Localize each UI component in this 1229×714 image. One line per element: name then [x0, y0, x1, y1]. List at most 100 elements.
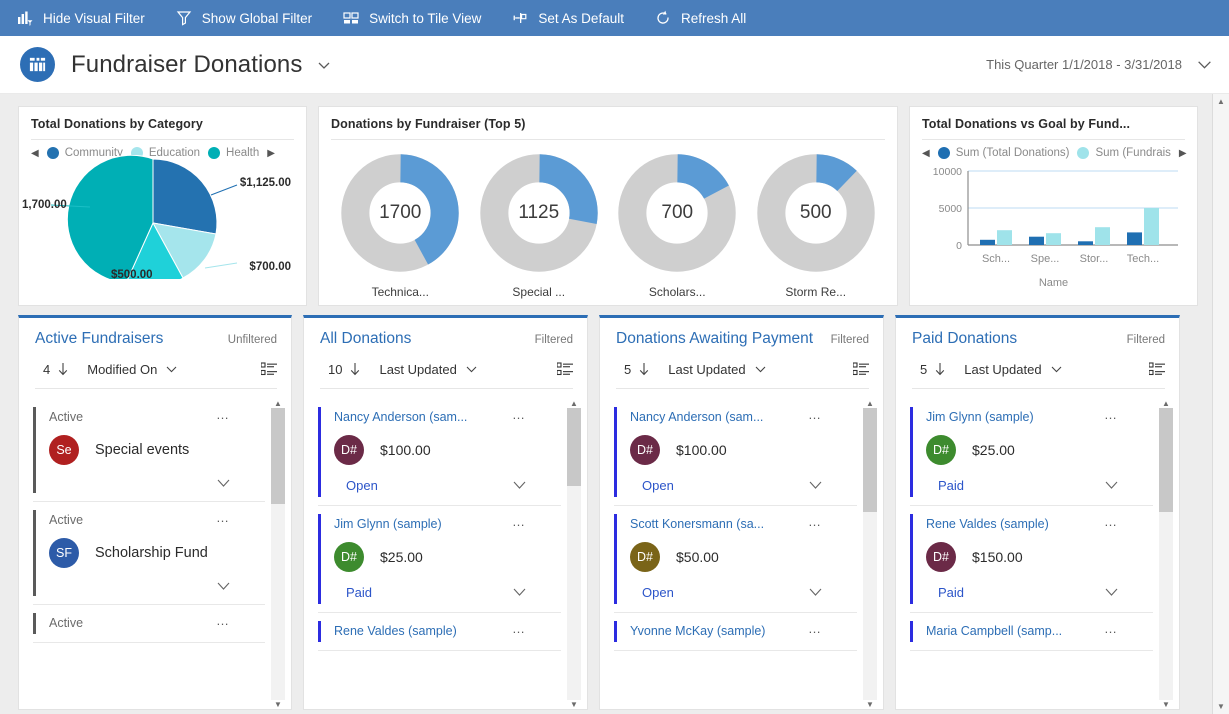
- scroll-up-icon[interactable]: ▲: [866, 399, 874, 408]
- list-item[interactable]: Jim Glynn (sample) … D# $25.00 Paid: [910, 399, 1153, 506]
- scrollbar-track[interactable]: [1159, 512, 1173, 700]
- item-more-options-icon[interactable]: …: [512, 624, 527, 634]
- sort-chevron-down-icon[interactable]: [754, 363, 767, 376]
- item-more-options-icon[interactable]: …: [1104, 624, 1119, 634]
- scrollbar-thumb[interactable]: [863, 408, 877, 512]
- scrollbar-track[interactable]: [271, 504, 285, 700]
- switch-to-tile-view-button[interactable]: Switch to Tile View: [338, 0, 495, 36]
- item-more-options-icon[interactable]: …: [216, 616, 231, 626]
- list-item[interactable]: Rene Valdes (sample) …: [318, 613, 561, 651]
- item-title[interactable]: Rene Valdes (sample): [926, 517, 1049, 531]
- item-more-options-icon[interactable]: …: [216, 410, 231, 420]
- item-more-options-icon[interactable]: …: [512, 410, 527, 420]
- item-title[interactable]: Rene Valdes (sample): [334, 624, 457, 638]
- list-view-icon[interactable]: [853, 362, 869, 376]
- donut-special-events[interactable]: 1125 Special ...: [470, 154, 609, 299]
- list-item[interactable]: Nancy Anderson (sam... … D# $100.00 Open: [614, 399, 857, 506]
- item-status[interactable]: Open: [642, 478, 674, 493]
- item-expand-chevron-down-icon[interactable]: [1104, 587, 1119, 598]
- donut-scholarship[interactable]: 700 Scholars...: [608, 154, 747, 299]
- list-item[interactable]: Yvonne McKay (sample) …: [614, 613, 857, 651]
- list-title[interactable]: Active Fundraisers: [35, 330, 163, 348]
- scroll-down-icon[interactable]: ▼: [1162, 700, 1170, 709]
- item-title[interactable]: Nancy Anderson (sam...: [630, 410, 763, 424]
- show-global-filter-button[interactable]: Show Global Filter: [171, 0, 326, 36]
- donut-technical[interactable]: 1700 Technica...: [331, 154, 470, 299]
- scrollbar-track[interactable]: [567, 486, 581, 700]
- list-sort-field[interactable]: Modified On: [87, 362, 157, 377]
- page-scroll-down-icon[interactable]: ▼: [1217, 702, 1225, 711]
- item-title[interactable]: Yvonne McKay (sample): [630, 624, 765, 638]
- list-item[interactable]: Nancy Anderson (sam... … D# $100.00 Open: [318, 399, 561, 506]
- page-scroll-up-icon[interactable]: ▲: [1217, 97, 1225, 106]
- sort-direction-down-icon[interactable]: [56, 361, 70, 377]
- list-scrollbar[interactable]: ▲ ▼: [863, 399, 877, 709]
- item-title[interactable]: Jim Glynn (sample): [334, 517, 442, 531]
- scrollbar-thumb[interactable]: [1159, 408, 1173, 512]
- sort-direction-down-icon[interactable]: [348, 361, 362, 377]
- donut-storm-relief[interactable]: 500 Storm Re...: [747, 154, 886, 299]
- set-as-default-button[interactable]: Set As Default: [507, 0, 638, 36]
- list-item[interactable]: Active … Se Special events: [33, 399, 265, 502]
- legend-next-icon[interactable]: ▶: [1179, 148, 1187, 159]
- item-status[interactable]: Paid: [346, 585, 372, 600]
- item-more-options-icon[interactable]: …: [512, 517, 527, 527]
- sort-direction-down-icon[interactable]: [637, 361, 651, 377]
- item-status[interactable]: Open: [642, 585, 674, 600]
- list-view-icon[interactable]: [557, 362, 573, 376]
- item-title[interactable]: Jim Glynn (sample): [926, 410, 1034, 424]
- refresh-all-button[interactable]: Refresh All: [650, 0, 760, 36]
- item-expand-chevron-down-icon[interactable]: [512, 480, 527, 491]
- list-scrollbar[interactable]: ▲ ▼: [567, 399, 581, 709]
- scrollbar-thumb[interactable]: [567, 408, 581, 486]
- item-more-options-icon[interactable]: …: [216, 513, 231, 523]
- list-item[interactable]: Rene Valdes (sample) … D# $150.00 Paid: [910, 506, 1153, 613]
- list-item[interactable]: Maria Campbell (samp... …: [910, 613, 1153, 651]
- item-more-options-icon[interactable]: …: [1104, 410, 1119, 420]
- item-more-options-icon[interactable]: …: [808, 410, 823, 420]
- scrollbar-track[interactable]: [863, 512, 877, 700]
- item-expand-chevron-down-icon[interactable]: [512, 587, 527, 598]
- item-status[interactable]: Open: [346, 478, 378, 493]
- item-title[interactable]: Scott Konersmann (sa...: [630, 517, 764, 531]
- scroll-down-icon[interactable]: ▼: [866, 700, 874, 709]
- list-item[interactable]: Active …: [33, 605, 265, 643]
- item-expand-chevron-down-icon[interactable]: [808, 480, 823, 491]
- page-scrollbar[interactable]: ▲ ▼: [1212, 94, 1229, 714]
- list-scrollbar[interactable]: ▲ ▼: [271, 399, 285, 709]
- list-item[interactable]: Scott Konersmann (sa... … D# $50.00 Open: [614, 506, 857, 613]
- scroll-up-icon[interactable]: ▲: [570, 399, 578, 408]
- dashboard-selector-chevron-down-icon[interactable]: [316, 57, 332, 73]
- list-sort-field[interactable]: Last Updated: [379, 362, 456, 377]
- list-sort-field[interactable]: Last Updated: [964, 362, 1041, 377]
- date-range-chevron-down-icon[interactable]: [1196, 56, 1213, 73]
- scrollbar-thumb[interactable]: [271, 408, 285, 504]
- item-status[interactable]: Paid: [938, 585, 964, 600]
- list-item[interactable]: Active … SF Scholarship Fund: [33, 502, 265, 605]
- sort-chevron-down-icon[interactable]: [1050, 363, 1063, 376]
- list-title[interactable]: Donations Awaiting Payment: [616, 330, 813, 348]
- sort-chevron-down-icon[interactable]: [165, 363, 178, 376]
- scroll-down-icon[interactable]: ▼: [274, 700, 282, 709]
- legend-prev-icon[interactable]: ◀: [922, 148, 930, 159]
- item-expand-chevron-down-icon[interactable]: [808, 587, 823, 598]
- sort-direction-down-icon[interactable]: [933, 361, 947, 377]
- item-expand-chevron-down-icon[interactable]: [1104, 480, 1119, 491]
- date-range-label[interactable]: This Quarter 1/1/2018 - 3/31/2018: [986, 57, 1182, 72]
- item-more-options-icon[interactable]: …: [808, 517, 823, 527]
- list-sort-field[interactable]: Last Updated: [668, 362, 745, 377]
- item-more-options-icon[interactable]: …: [1104, 517, 1119, 527]
- item-status[interactable]: Paid: [938, 478, 964, 493]
- scroll-down-icon[interactable]: ▼: [570, 700, 578, 709]
- hide-visual-filter-button[interactable]: Hide Visual Filter: [12, 0, 159, 36]
- item-title[interactable]: Nancy Anderson (sam...: [334, 410, 467, 424]
- list-scrollbar[interactable]: ▲ ▼: [1159, 399, 1173, 709]
- item-more-options-icon[interactable]: …: [808, 624, 823, 634]
- list-title[interactable]: Paid Donations: [912, 330, 1017, 348]
- item-expand-chevron-down-icon[interactable]: [216, 581, 231, 592]
- list-view-icon[interactable]: [1149, 362, 1165, 376]
- sort-chevron-down-icon[interactable]: [465, 363, 478, 376]
- scroll-up-icon[interactable]: ▲: [1162, 399, 1170, 408]
- item-expand-chevron-down-icon[interactable]: [216, 478, 231, 489]
- scroll-up-icon[interactable]: ▲: [274, 399, 282, 408]
